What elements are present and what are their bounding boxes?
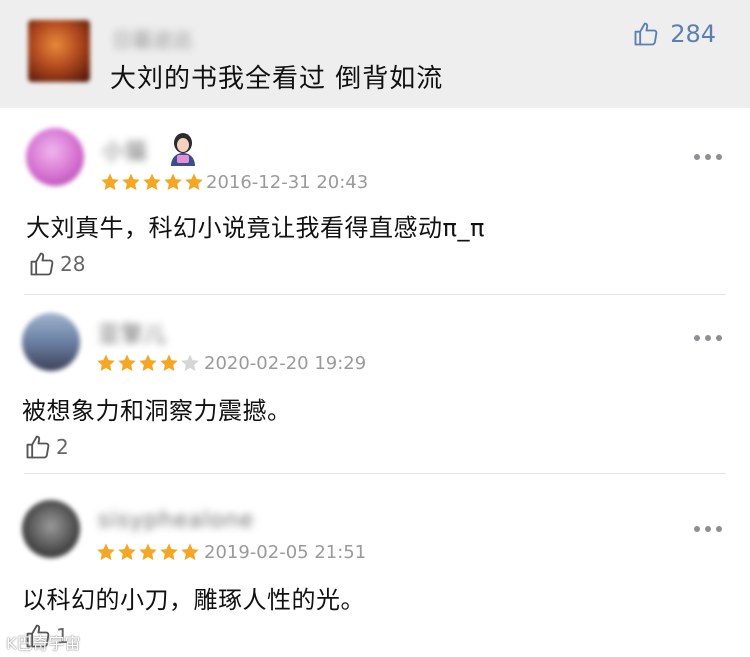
quoted-like-button[interactable]: 284	[632, 20, 716, 48]
review-text: 大刘真牛，科幻小说竟让我看得直感动π_π	[26, 214, 485, 242]
watermark: K巴奇宇宙	[6, 634, 81, 653]
star-filled-icon	[118, 543, 136, 560]
quoted-username[interactable]: 日暮途远	[112, 24, 192, 53]
like-count: 28	[60, 252, 86, 276]
thumbs-up-icon	[634, 22, 658, 46]
reviewer-name[interactable]: 亚擎儿	[98, 317, 167, 349]
more-options-button[interactable]	[694, 526, 722, 532]
review-date: 2020-02-20 19:29	[204, 353, 367, 374]
like-count: 2	[56, 435, 69, 459]
review-item: sisyphealone 2019-02-05 21:51 以科幻的小刀，雕琢人…	[0, 474, 750, 657]
avatar[interactable]	[26, 128, 84, 186]
avatar[interactable]	[22, 500, 80, 558]
star-filled-icon	[139, 543, 157, 560]
star-filled-icon	[122, 173, 140, 190]
thumbs-up-icon	[26, 435, 50, 459]
review-item: 小猫 2016-12-31 20:43 大刘真牛，科幻小说竟让我看得直感动π_π…	[0, 108, 750, 294]
star-filled-icon	[164, 173, 182, 190]
thumbs-up-icon	[30, 252, 54, 276]
more-options-button[interactable]	[694, 335, 722, 341]
star-filled-icon	[160, 543, 178, 560]
quoted-like-count: 284	[670, 20, 716, 48]
review-date: 2019-02-05 21:51	[204, 542, 367, 563]
star-filled-icon	[97, 354, 115, 371]
star-filled-icon	[101, 173, 119, 190]
star-filled-icon	[160, 354, 178, 371]
more-options-button[interactable]	[694, 154, 722, 160]
like-button[interactable]: 2	[24, 433, 69, 461]
star-rating	[96, 353, 200, 373]
star-filled-icon	[97, 543, 115, 560]
member-badge-icon	[171, 133, 195, 166]
star-filled-icon	[185, 173, 203, 190]
review-text: 以科幻的小刀，雕琢人性的光。	[22, 586, 365, 614]
review-item: 亚擎儿 2020-02-20 19:29 被想象力和洞察力震撼。 2	[0, 295, 750, 473]
star-filled-icon	[139, 354, 157, 371]
avatar[interactable]	[22, 313, 80, 371]
quoted-comment: 日暮途远 大刘的书我全看过 倒背如流 284	[0, 0, 750, 108]
star-filled-icon	[118, 354, 136, 371]
like-button[interactable]: 28	[28, 250, 85, 278]
reviewer-name[interactable]: sisyphealone	[98, 508, 254, 533]
star-filled-icon	[181, 543, 199, 560]
review-date: 2016-12-31 20:43	[206, 172, 369, 193]
star-empty-icon	[181, 354, 199, 371]
book-thumbnail[interactable]	[28, 20, 90, 82]
quoted-comment-text: 大刘的书我全看过 倒背如流	[110, 64, 444, 94]
star-filled-icon	[143, 173, 161, 190]
star-rating	[100, 172, 204, 192]
star-rating	[96, 542, 200, 562]
reviewer-name[interactable]: 小猫	[102, 134, 148, 166]
review-text: 被想象力和洞察力震撼。	[22, 397, 292, 425]
